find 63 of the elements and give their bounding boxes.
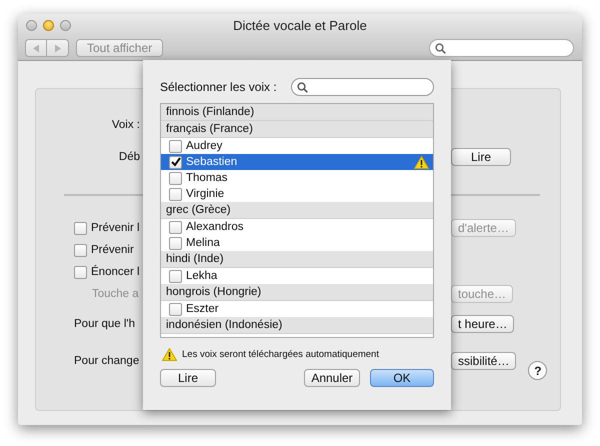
forward-button[interactable] — [47, 39, 69, 57]
checkbox[interactable] — [169, 220, 182, 234]
language-group-header: français (France) — [161, 121, 433, 138]
voice-name: Thomas — [186, 172, 228, 184]
voice-name: Melina — [186, 237, 220, 249]
setting-label: Déb — [118, 151, 140, 163]
setting-label: Touche a — [92, 288, 139, 300]
dialog-button[interactable]: Lire — [160, 369, 216, 387]
voice-item[interactable]: Alexandros — [161, 219, 433, 235]
push-button[interactable]: t heure… — [451, 314, 514, 332]
voice-name: Virginie — [186, 188, 224, 200]
minimize-button[interactable] — [43, 20, 54, 30]
voice-item[interactable]: Virginie — [161, 186, 433, 202]
checkbox[interactable] — [74, 244, 87, 256]
close-button[interactable] — [26, 20, 37, 30]
voice-name: Alexandros — [186, 221, 244, 233]
voice-item[interactable]: Sebastien — [161, 154, 433, 170]
setting-label: Pour change — [74, 354, 140, 366]
window-title: Dictée vocale et Parole — [233, 18, 367, 32]
forward-arrow-icon — [54, 44, 62, 52]
help-button[interactable]: ? — [528, 361, 548, 380]
checkbox[interactable] — [169, 270, 182, 282]
search-field[interactable] — [429, 39, 574, 57]
voice-item[interactable]: Eszter — [161, 301, 433, 317]
back-button[interactable] — [25, 39, 47, 57]
voice-name: Audrey — [186, 140, 222, 152]
language-group-header: hindi (Inde) — [161, 251, 433, 268]
voice-item[interactable]: Lekha — [161, 268, 433, 284]
checkbox-label: Énoncer l — [91, 266, 140, 278]
checkbox[interactable] — [74, 266, 87, 278]
zoom-button[interactable] — [60, 20, 71, 30]
setting-label: Voix : — [112, 119, 140, 131]
warning-icon — [162, 348, 177, 360]
checkbox-label: Prévenir l — [91, 222, 140, 234]
setting-label: Pour que l'h — [74, 318, 136, 330]
voice-item[interactable]: Thomas — [161, 170, 433, 186]
voice-name: Sebastien — [186, 156, 238, 168]
language-group-header: grec (Grèce) — [161, 202, 433, 219]
checkbox[interactable] — [169, 156, 182, 168]
language-group-header: indonésien (Indonésie) — [161, 317, 433, 334]
voice-name: Eszter — [186, 303, 219, 315]
checkbox[interactable] — [169, 188, 182, 200]
push-button[interactable]: ssibilité… — [451, 352, 516, 370]
voice-search-field[interactable] — [291, 78, 434, 96]
search-icon — [435, 42, 446, 54]
push-button[interactable]: Lire — [451, 148, 511, 166]
notice-text: Les voix seront téléchargées automatiquement — [182, 348, 379, 360]
checkbox[interactable] — [169, 140, 182, 152]
voice-item[interactable]: Melina — [161, 235, 433, 251]
language-group-header: hongrois (Hongrie) — [161, 284, 433, 301]
dialog-button[interactable]: OK — [370, 369, 434, 387]
checkbox[interactable] — [169, 302, 182, 316]
search-icon — [297, 82, 308, 92]
language-group-header: finnois (Finlande) — [161, 104, 433, 121]
dialog-button[interactable]: Annuler — [304, 369, 360, 387]
checkbox[interactable] — [74, 222, 87, 234]
voice-name: Lekha — [186, 270, 218, 282]
checkbox-label: Prévenir — [91, 244, 134, 256]
sheet-title: Sélectionner les voix : — [160, 80, 277, 94]
back-arrow-icon — [32, 44, 40, 52]
checkbox[interactable] — [169, 172, 182, 184]
checkbox[interactable] — [169, 236, 182, 250]
voice-item[interactable]: Audrey — [161, 138, 433, 154]
